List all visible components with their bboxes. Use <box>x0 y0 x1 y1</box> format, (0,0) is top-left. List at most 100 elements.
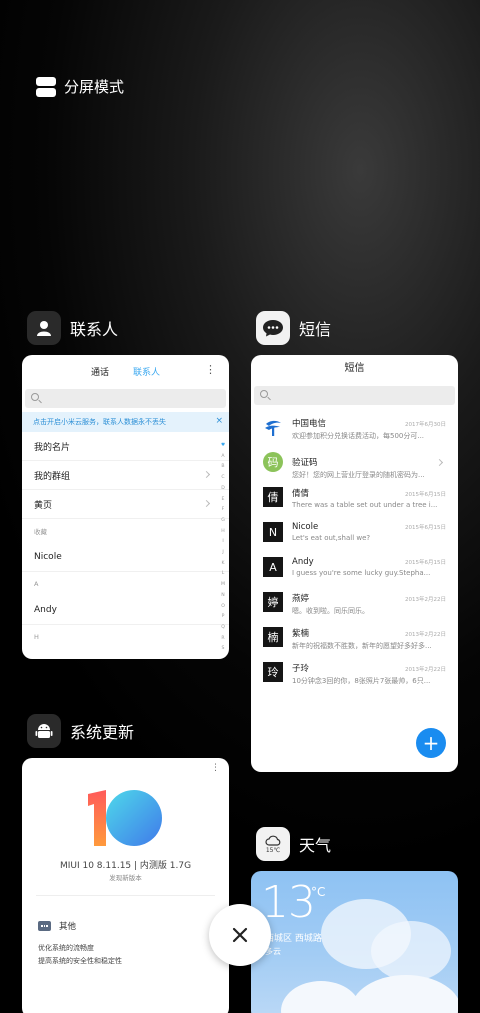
temperature: 13 <box>261 877 316 928</box>
conversation-item[interactable]: 倩倩倩 2015年6月15日 There was a table set out u… <box>251 483 458 518</box>
conversation-header: 倩倩 2015年6月15日 <box>292 487 446 499</box>
location: 西城区 西城路 <box>265 934 322 944</box>
conversation-header: 验证码 <box>292 452 446 468</box>
conversation-header: Andy 2015年6月15日 <box>292 557 446 567</box>
alphabet-index-letter[interactable]: ♥ <box>219 441 227 452</box>
list-item[interactable]: 我的群组 <box>22 461 229 490</box>
sms-app-name: 短信 <box>299 320 332 339</box>
conversation-item[interactable]: N Nicole 2015年6月15日 Let's eat out,shall we? <box>251 518 458 553</box>
sms-title: 短信 <box>344 363 365 374</box>
search-icon <box>31 393 39 401</box>
list-item[interactable]: Andy <box>22 596 229 625</box>
alphabet-index-letter[interactable]: H <box>219 527 227 538</box>
weather-icon-temp: 15℃ <box>265 846 281 854</box>
contacts-tabbar: 通话 联系人 ⋮ <box>22 357 229 385</box>
tab-calls[interactable]: 通话 <box>91 365 109 378</box>
avatar: A <box>263 557 283 577</box>
alphabet-index-letter[interactable]: I <box>219 537 227 548</box>
alphabet-index-letter[interactable]: G <box>219 516 227 527</box>
sms-card[interactable]: 短信 中国电信 2017年6月30日 欢迎参加积分兑换话费活动，每500分可... 码… <box>251 355 458 772</box>
contact-name: Nicole <box>292 522 319 532</box>
cloud-icon <box>265 835 281 846</box>
section-header: A <box>34 580 39 588</box>
conversation-item[interactable]: 玲子玲 2013年2月22日 10分钟念3回的你，8张照片7张最帅，6只... <box>251 658 458 693</box>
miui-10-logo <box>88 790 162 846</box>
avatar: 玲 <box>263 662 283 682</box>
contacts-card[interactable]: 通话 联系人 ⋮ 点击开启小米云服务，联系人数据永不丢失 × 我的名片 我的群组… <box>22 355 229 659</box>
contact-name: 燕婷 <box>292 594 310 604</box>
message-preview: Let's eat out,shall we? <box>292 534 371 542</box>
new-message-button[interactable]: + <box>416 728 446 758</box>
alphabet-index[interactable]: ♥ A B C D E F G H I J K L M N O P Q R S <box>219 441 227 655</box>
contacts-app-name: 联系人 <box>70 320 119 339</box>
timestamp: 2017年6月30日 <box>405 422 446 428</box>
conversation-text: 倩倩 2015年6月15日 There was a table set out un… <box>292 483 458 518</box>
avatar: 码 <box>263 452 283 472</box>
update-description: 优化系统的流畅度 提高系统的安全性和稳定性 <box>38 944 122 965</box>
system-update-card[interactable]: ⋮ MIUI 10 8.11.15 | 内测版 1.7G 发现新版本 其他 优化… <box>22 758 229 1013</box>
china-telecom-logo-icon <box>263 417 283 437</box>
alphabet-index-letter[interactable]: P <box>219 612 227 623</box>
conversation-text: 验证码 您好！您的网上营业厅登录的随机密码为... <box>292 448 458 483</box>
message-preview: 欢迎参加积分兑换话费活动，每500分可... <box>292 432 425 440</box>
alphabet-index-letter[interactable]: D <box>219 484 227 495</box>
contact-name: Andy <box>292 557 314 567</box>
alphabet-index-letter[interactable]: S <box>219 644 227 655</box>
alphabet-index-letter[interactable]: L <box>219 569 227 580</box>
chevron-right-icon <box>202 499 211 508</box>
avatar: 倩 <box>263 487 283 507</box>
alphabet-index-letter[interactable]: Q <box>219 623 227 634</box>
search-icon <box>260 390 268 398</box>
timestamp: 2013年2月22日 <box>405 632 446 638</box>
list-item[interactable]: 黄页 <box>22 490 229 519</box>
more-icon[interactable]: ⋮ <box>205 363 216 376</box>
split-screen-label: 分屏模式 <box>64 78 125 96</box>
close-icon[interactable]: × <box>215 416 223 426</box>
alphabet-index-letter[interactable]: J <box>219 548 227 559</box>
more-dots-icon <box>38 921 51 931</box>
conversation-header: 子玲 2013年2月22日 <box>292 662 446 674</box>
alphabet-index-letter[interactable]: R <box>219 634 227 645</box>
list-item[interactable]: 哈哈 <box>22 649 229 659</box>
conversation-item[interactable]: 码验证码 您好！您的网上营业厅登录的随机密码为... <box>251 448 458 483</box>
alphabet-index-letter[interactable]: E <box>219 495 227 506</box>
contacts-list: 我的名片 我的群组 黄页 收藏 Nicole A Andy H 哈哈 <box>22 432 229 659</box>
sms-search-input[interactable] <box>254 386 455 405</box>
avatar: 婷 <box>263 592 283 612</box>
alphabet-index-letter[interactable]: K <box>219 559 227 570</box>
more-icon[interactable]: ⋮ <box>211 763 220 773</box>
alphabet-index-letter[interactable]: N <box>219 591 227 602</box>
message-preview: 嗯。收到啦。同乐同乐。 <box>292 607 369 615</box>
list-item[interactable]: 我的名片 <box>22 432 229 461</box>
contact-name: 验证码 <box>292 458 318 468</box>
conversation-item[interactable]: 楠紫楠 2013年2月22日 新年的祝福数不胜数，新年的愿望好多好多... <box>251 623 458 658</box>
conversation-text: 子玲 2013年2月22日 10分钟念3回的你，8张照片7张最帅，6只... <box>292 658 458 693</box>
chevron-right-icon <box>435 458 444 467</box>
tab-contacts[interactable]: 联系人 <box>133 365 160 378</box>
message-preview: 10分钟念3回的你，8张照片7张最帅，6只... <box>292 677 431 685</box>
alphabet-index-letter[interactable]: M <box>219 580 227 591</box>
alphabet-index-letter[interactable]: F <box>219 505 227 516</box>
version-text: MIUI 10 8.11.15 | 内测版 1.7G <box>59 861 192 871</box>
cloud-decoration <box>371 921 451 981</box>
messages-app-icon <box>256 311 290 345</box>
contacts-app-icon <box>27 311 61 345</box>
alphabet-index-letter[interactable]: C <box>219 473 227 484</box>
weather-card[interactable]: 13 °C 西城区 西城路 多云 <box>251 871 458 1013</box>
timestamp: 2013年2月22日 <box>405 597 446 603</box>
alphabet-index-letter[interactable]: O <box>219 602 227 613</box>
contact-name: 倩倩 <box>292 489 310 499</box>
conversation-item[interactable]: A Andy 2015年6月15日 I guess you're some lucky… <box>251 553 458 588</box>
cloud-notice-banner[interactable]: 点击开启小米云服务，联系人数据永不丢失 × <box>22 412 229 432</box>
contacts-search-input[interactable] <box>25 389 226 408</box>
conversation-item[interactable]: 婷燕婷 2013年2月22日嗯。收到啦。同乐同乐。 <box>251 588 458 623</box>
contacts-card-header: 联系人 <box>27 311 118 345</box>
cloud-decoration <box>281 981 361 1013</box>
alphabet-index-letter[interactable]: B <box>219 462 227 473</box>
list-item[interactable]: Nicole <box>22 543 229 572</box>
avatar: N <box>263 522 283 542</box>
alphabet-index-letter[interactable]: A <box>219 452 227 463</box>
conversation-item[interactable]: 中国电信 2017年6月30日 欢迎参加积分兑换话费活动，每500分可... <box>251 413 458 448</box>
split-screen-button[interactable]: 分屏模式 <box>36 76 124 97</box>
clear-all-button[interactable] <box>209 904 271 966</box>
